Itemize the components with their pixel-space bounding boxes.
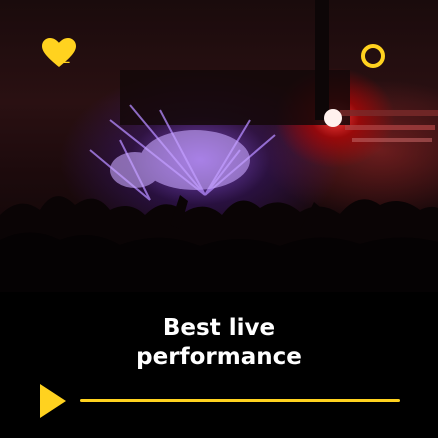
caption-panel: Best live performance — [0, 292, 438, 438]
concert-photo: 1 — [0, 0, 438, 292]
progress-bar[interactable] — [80, 399, 400, 402]
post-title-line2: performance — [136, 344, 302, 370]
ring-icon[interactable] — [361, 44, 385, 68]
play-icon[interactable] — [40, 384, 66, 418]
post-title-line1: Best live — [162, 315, 276, 341]
post-title: Best live performance — [0, 314, 438, 372]
post-card: 1 Best live performance — [0, 0, 438, 438]
like-counter[interactable]: 1 — [42, 38, 76, 70]
heart-icon[interactable] — [42, 38, 76, 68]
